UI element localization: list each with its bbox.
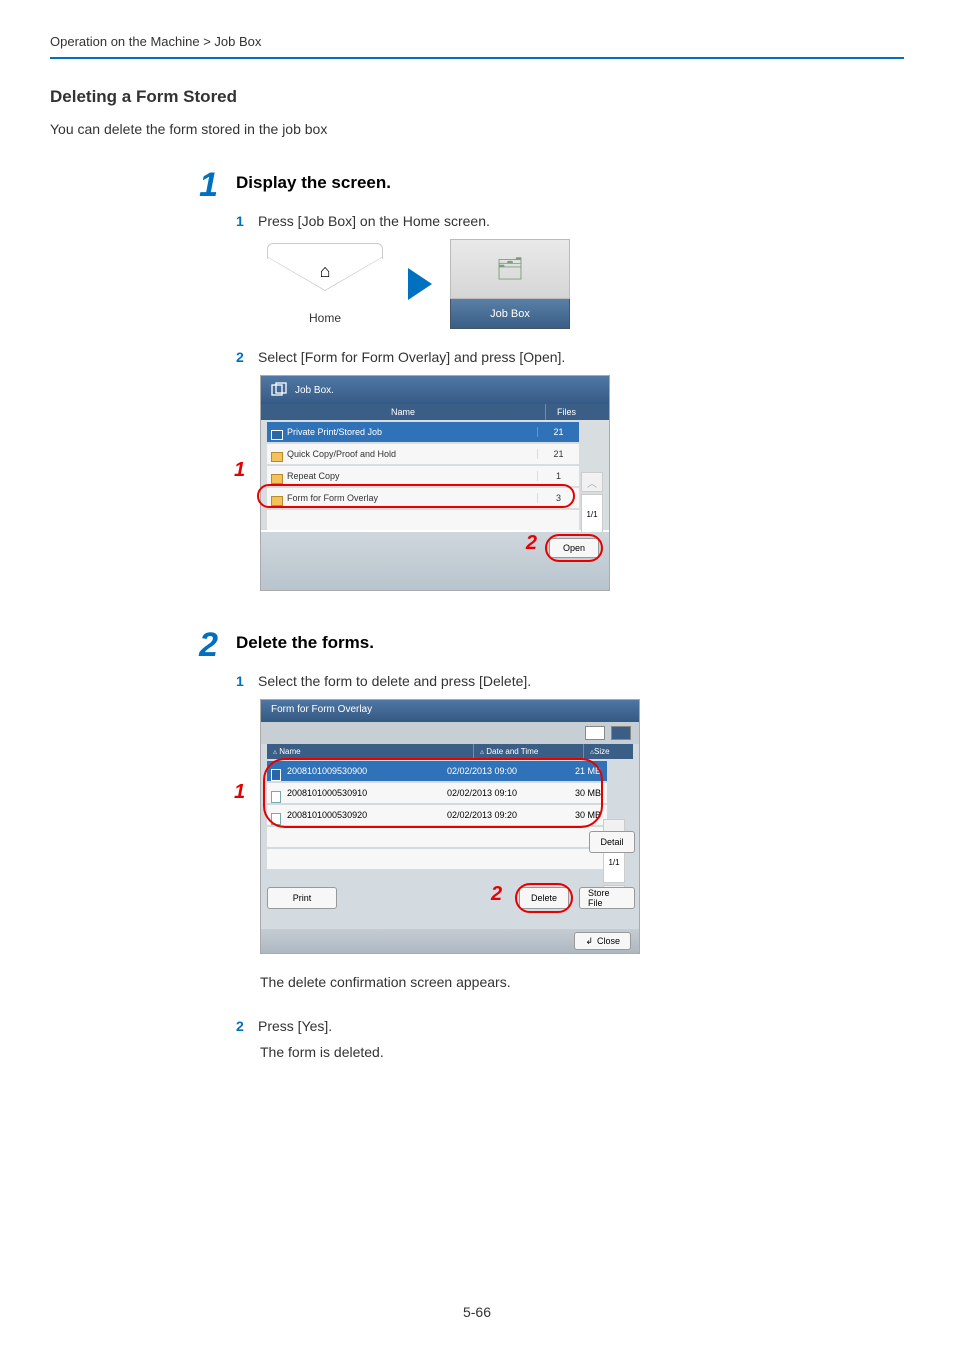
- page-number: 5-66: [0, 1304, 954, 1320]
- col-date: ▵ Date and Time: [473, 744, 583, 759]
- col-name: Name: [261, 404, 545, 420]
- list-item[interactable]: Quick Copy/Proof and Hold21: [267, 444, 579, 464]
- return-icon: ↲: [585, 936, 593, 947]
- form-overlay-screen: Form for Form Overlay ▵ Name ▵ Date and …: [260, 699, 640, 954]
- col-files: Files: [545, 404, 587, 420]
- step-number: 1: [190, 171, 218, 199]
- substep-number: 2: [236, 349, 248, 365]
- step-title: Display the screen.: [236, 171, 391, 199]
- col-size: ▵Size: [583, 744, 633, 759]
- detail-button[interactable]: Detail: [589, 831, 635, 853]
- divider: [50, 57, 904, 59]
- list-view-button[interactable]: [585, 726, 605, 740]
- substep-text: Press [Yes].: [258, 1018, 332, 1034]
- table-row[interactable]: 200810100953090002/02/2013 09:0021 MB: [267, 761, 607, 781]
- list-item-empty: [267, 510, 579, 530]
- list-item[interactable]: Repeat Copy1: [267, 466, 579, 486]
- col-name: ▵ Name: [267, 744, 473, 759]
- substep-text: Select [Form for Form Overlay] and press…: [258, 349, 565, 365]
- step-number: 2: [190, 631, 218, 659]
- callout-number: 2: [526, 532, 537, 555]
- jobbox-title-icon: [271, 382, 287, 398]
- page-title: Deleting a Form Stored: [50, 87, 904, 107]
- home-icon: ⌂: [320, 261, 331, 282]
- table-row[interactable]: 200810100053091002/02/2013 09:1030 MB: [267, 783, 607, 803]
- result-text: The delete confirmation screen appears.: [260, 974, 904, 990]
- delete-button[interactable]: Delete: [519, 887, 569, 909]
- step-title: Delete the forms.: [236, 631, 374, 659]
- home-label: Home: [260, 311, 390, 325]
- breadcrumb: Operation on the Machine > Job Box: [50, 34, 904, 49]
- jobbox-icon: 🗂: [496, 256, 524, 282]
- table-row-empty: [267, 827, 607, 847]
- home-button-figure: ⌂ Home: [260, 243, 390, 325]
- jobbox-title: Job Box.: [295, 385, 334, 396]
- screen-title: Form for Form Overlay: [261, 700, 639, 722]
- jobbox-label: Job Box: [450, 299, 570, 329]
- callout-number: 2: [491, 883, 502, 906]
- substep-number: 1: [236, 213, 248, 229]
- intro-text: You can delete the form stored in the jo…: [50, 121, 904, 137]
- table-row-empty: [267, 849, 607, 869]
- substep-text: Select the form to delete and press [Del…: [258, 673, 531, 689]
- callout-number: 1: [234, 459, 245, 482]
- arrow-icon: [408, 268, 432, 300]
- result-text: The form is deleted.: [260, 1044, 904, 1060]
- grid-view-button[interactable]: [611, 726, 631, 740]
- page-indicator: 1/1: [581, 494, 603, 534]
- store-file-button[interactable]: Store File: [579, 887, 635, 909]
- open-button[interactable]: Open: [549, 538, 599, 558]
- print-button[interactable]: Print: [267, 887, 337, 909]
- table-row[interactable]: 200810100053092002/02/2013 09:2030 MB: [267, 805, 607, 825]
- close-button[interactable]: ↲Close: [574, 932, 631, 950]
- jobbox-screen: Job Box. Name Files Private Print/Stored…: [260, 375, 610, 591]
- callout-number: 1: [234, 781, 245, 804]
- list-item[interactable]: Private Print/Stored Job21: [267, 422, 579, 442]
- substep-number: 1: [236, 673, 248, 689]
- scroll-up-button[interactable]: ︿: [581, 472, 603, 492]
- jobbox-button-figure: 🗂 Job Box: [450, 239, 570, 329]
- substep-text: Press [Job Box] on the Home screen.: [258, 213, 490, 229]
- substep-number: 2: [236, 1018, 248, 1034]
- list-item[interactable]: Form for Form Overlay3: [267, 488, 579, 508]
